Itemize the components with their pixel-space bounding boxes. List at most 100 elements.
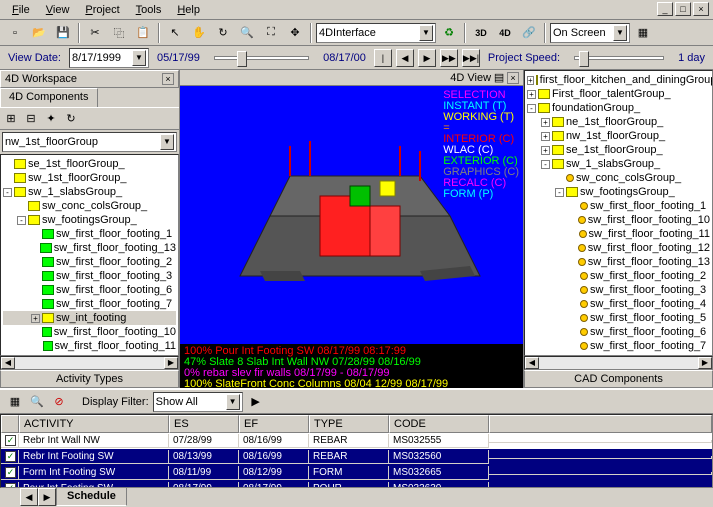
collapse-panel-button[interactable]: × xyxy=(162,73,174,85)
tree-item[interactable]: +se_1st_floorGroup_ xyxy=(527,143,710,157)
tab-4d-components[interactable]: 4D Components xyxy=(0,88,98,107)
view-date-input[interactable]: 8/17/1999 ▼ xyxy=(69,48,149,68)
expand-icon[interactable]: + xyxy=(541,118,550,127)
col-type[interactable]: TYPE xyxy=(309,415,389,433)
tree-item[interactable]: sw_first_floor_footing_1 xyxy=(3,227,176,241)
group-combo[interactable]: nw_1st_floorGroup ▼ xyxy=(2,132,177,152)
sched-tool-1[interactable]: ▦ xyxy=(6,393,24,411)
expand-icon[interactable]: + xyxy=(527,76,534,85)
tree-item[interactable]: -sw_footingsGroup_ xyxy=(527,185,710,199)
rewind-button[interactable]: |◀◀ xyxy=(374,49,392,67)
copy-button[interactable]: ⿻ xyxy=(108,22,130,44)
link-button[interactable]: 🔗 xyxy=(518,22,540,44)
sched-tool-2[interactable]: 🔍 xyxy=(28,393,46,411)
open-button[interactable]: 📂 xyxy=(28,22,50,44)
sched-tool-delete[interactable]: ⊘ xyxy=(50,393,68,411)
tab-prev-button[interactable]: ◀ xyxy=(20,488,38,506)
step-fwd-button[interactable]: ▶▶ xyxy=(440,49,458,67)
expand-icon[interactable]: - xyxy=(541,160,550,169)
paste-button[interactable]: 📋 xyxy=(132,22,154,44)
tree-item[interactable]: sw_first_floor_footing_6 xyxy=(3,283,176,297)
expand-icon[interactable]: - xyxy=(3,188,12,197)
tree-scrollbar[interactable]: ◀ ▶ xyxy=(0,356,179,370)
tab-schedule[interactable]: Schedule xyxy=(56,488,127,506)
row-checkbox[interactable]: ✓ xyxy=(5,451,16,462)
col-activity[interactable]: ACTIVITY xyxy=(19,415,169,433)
tree-item[interactable]: sw_first_floor_footing_2 xyxy=(3,255,176,269)
cut-button[interactable]: ✂ xyxy=(84,22,106,44)
hand-button[interactable]: ✋ xyxy=(188,22,210,44)
step-back-button[interactable]: ◀ xyxy=(396,49,414,67)
expand-icon[interactable]: + xyxy=(527,90,536,99)
row-checkbox[interactable]: ✓ xyxy=(5,467,16,478)
save-button[interactable]: 💾 xyxy=(52,22,74,44)
tree-item[interactable]: sw_first_floor_footing_10 xyxy=(527,213,710,227)
speed-slider-thumb[interactable] xyxy=(579,51,589,67)
menu-project[interactable]: Project xyxy=(77,2,127,18)
onscreen-combo[interactable]: On Screen ▼ xyxy=(550,23,630,43)
tree-item[interactable]: se_1st_floorGroup_ xyxy=(3,157,176,171)
chevron-down-icon[interactable]: ▼ xyxy=(613,25,627,41)
date-slider[interactable] xyxy=(214,56,309,60)
tree-item[interactable]: sw_first_floor_footing_12 xyxy=(527,241,710,255)
tab-cad-components[interactable]: CAD Components xyxy=(524,370,713,388)
zoom-button[interactable]: 🔍 xyxy=(236,22,258,44)
tree-item[interactable]: sw_first_floor_footing_3 xyxy=(527,283,710,297)
chevron-down-icon[interactable]: ▼ xyxy=(226,394,240,410)
col-es[interactable]: ES xyxy=(169,415,239,433)
col-code[interactable]: CODE xyxy=(389,415,489,433)
tree-item[interactable]: sw_first_floor_footing_1 xyxy=(527,199,710,213)
pointer-button[interactable]: ↖ xyxy=(164,22,186,44)
schedule-grid[interactable]: ACTIVITY ES EF TYPE CODE ✓Rebr Int Wall … xyxy=(0,414,713,488)
tree-item[interactable]: sw_first_floor_footing_3 xyxy=(3,269,176,283)
menu-help[interactable]: Help xyxy=(169,2,208,18)
tree-item[interactable]: sw_first_floor_footing_2 xyxy=(527,269,710,283)
expand-icon[interactable]: + xyxy=(541,146,550,155)
display-filter-combo[interactable]: Show All ▼ xyxy=(153,392,243,412)
refresh-button[interactable]: ♻ xyxy=(438,22,460,44)
tree-item[interactable]: sw_first_floor_footing_7 xyxy=(3,297,176,311)
chevron-down-icon[interactable]: ▼ xyxy=(419,25,433,41)
tab-next-button[interactable]: ▶ xyxy=(38,488,56,506)
tree-tool-4[interactable]: ↻ xyxy=(62,110,80,128)
tree-item[interactable]: sw_first_floor_footing_11 xyxy=(527,227,710,241)
tree-tool-3[interactable]: ✦ xyxy=(42,110,60,128)
table-row[interactable]: ✓Rebr Int Wall NW07/28/9908/16/99REBARMS… xyxy=(1,433,712,449)
window-maximize-button[interactable]: □ xyxy=(675,2,691,16)
expand-icon[interactable]: - xyxy=(17,216,26,225)
tree-item[interactable]: -sw_footingsGroup_ xyxy=(3,213,176,227)
table-row[interactable]: ✓Pour Int Footing SW08/17/9908/17/99POUR… xyxy=(1,481,712,488)
expand-icon[interactable]: - xyxy=(555,188,564,197)
menu-tools[interactable]: Tools xyxy=(128,2,170,18)
tree-item[interactable]: +ne_1st_floorGroup_ xyxy=(527,115,710,129)
cad-tree[interactable]: +first_floor_kitchen_and_diningGroup_+Fi… xyxy=(524,70,713,356)
pan-button[interactable]: ✥ xyxy=(284,22,306,44)
tree-item[interactable]: +first_floor_kitchen_and_diningGroup_ xyxy=(527,73,710,87)
tree-item[interactable]: sw_first_floor_footing_4 xyxy=(527,297,710,311)
tree-item[interactable]: -sw_1_slabsGroup_ xyxy=(3,185,176,199)
tree-tool-1[interactable]: ⊞ xyxy=(2,110,20,128)
tree-item[interactable]: sw_first_floor_footing_13 xyxy=(3,241,176,255)
filter-apply-button[interactable]: ▶ xyxy=(247,393,265,411)
expand-icon[interactable]: + xyxy=(31,314,40,323)
scroll-right-button[interactable]: ▶ xyxy=(164,357,178,369)
fast-fwd-button[interactable]: ▶▶| xyxy=(462,49,480,67)
tree-item[interactable]: sw_first_floor_footing_7 xyxy=(527,339,710,353)
col-ef[interactable]: EF xyxy=(239,415,309,433)
play-button[interactable]: ▶ xyxy=(418,49,436,67)
tree-item[interactable]: sw_1st_floorGroup_ xyxy=(3,171,176,185)
chevron-down-icon[interactable]: ▼ xyxy=(160,134,174,150)
speed-slider[interactable] xyxy=(574,56,664,60)
chevron-down-icon[interactable]: ▼ xyxy=(132,50,146,66)
scroll-left-button[interactable]: ◀ xyxy=(1,357,15,369)
menu-file[interactable]: File xyxy=(4,2,38,18)
new-button[interactable]: ▫ xyxy=(4,22,26,44)
tree-tool-2[interactable]: ⊟ xyxy=(22,110,40,128)
tab-activity-types[interactable]: Activity Types xyxy=(0,370,179,388)
layout-button[interactable]: ▦ xyxy=(632,22,654,44)
window-close-button[interactable]: × xyxy=(693,2,709,16)
3d-viewport[interactable]: SELECTIONINSTANT (T)WORKING (T)=INTERIOR… xyxy=(180,86,523,344)
tree-item[interactable]: +sw_int_footing xyxy=(3,311,176,325)
tree-item[interactable]: -sw_1_slabsGroup_ xyxy=(527,157,710,171)
expand-icon[interactable]: + xyxy=(541,132,550,141)
